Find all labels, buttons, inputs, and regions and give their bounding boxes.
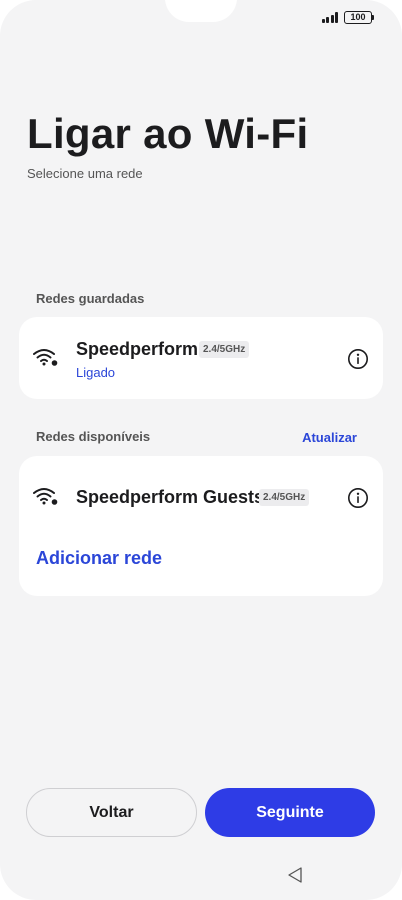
available-networks-label: Redes disponíveis [36,429,151,444]
network-name: Speedperform [76,339,199,359]
saved-networks-card: Speedperform 2.4/5GHz Ligado [19,317,383,399]
battery-icon: 100 [344,11,374,24]
screen: 100 Ligar ao Wi-Fi Selecione uma rede Re… [0,0,402,900]
info-icon[interactable] [347,348,369,370]
page-subtitle: Selecione uma rede [27,166,143,181]
info-icon[interactable] [347,487,369,509]
band-badge: 2.4/5GHz [259,489,310,506]
saved-networks-label: Redes guardadas [36,291,145,306]
refresh-button[interactable]: Atualizar [302,430,357,445]
camera-notch [165,0,237,22]
band-badge: 2.4/5GHz [199,341,250,358]
available-networks-card: Speedperform Guests 2.4/5GHz Adicionar r… [19,456,383,596]
connection-status: Ligado [76,365,116,380]
page-title: Ligar ao Wi-Fi [27,110,309,157]
nav-back-icon[interactable] [287,866,303,884]
network-row-speedperform[interactable]: Speedperform 2.4/5GHz Ligado [19,327,383,387]
network-name: Speedperform Guests [76,487,265,507]
wifi-icon [33,488,58,505]
status-bar: 100 [321,11,374,24]
network-row-speedperform-guests[interactable]: Speedperform Guests 2.4/5GHz [19,466,383,526]
next-button[interactable]: Seguinte [205,788,375,837]
add-network-link[interactable]: Adicionar rede [36,548,162,569]
signal-icon [321,12,338,23]
wifi-icon [33,349,58,366]
back-button[interactable]: Voltar [26,788,197,837]
